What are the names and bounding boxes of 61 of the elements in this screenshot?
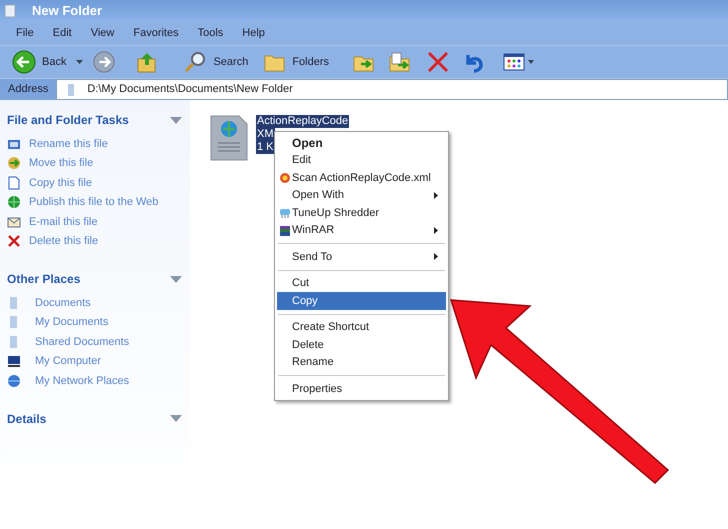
- file-name[interactable]: ActionReplayCode: [256, 115, 350, 128]
- back-button[interactable]: Back: [12, 50, 66, 74]
- delete-icon: [7, 234, 21, 248]
- menu-item[interactable]: File: [16, 25, 34, 42]
- up-folder-icon[interactable]: [137, 51, 158, 73]
- menu-item[interactable]: Edit: [52, 25, 72, 42]
- submenu-arrow-icon: [434, 226, 438, 234]
- delete-icon[interactable]: [427, 51, 450, 73]
- submenu-arrow-icon: [434, 192, 438, 199]
- move-icon: [7, 156, 21, 170]
- section-title[interactable]: Details: [7, 410, 46, 428]
- address-label: Address: [0, 79, 56, 100]
- views-icon: [503, 53, 526, 71]
- submenu-arrow-icon: [434, 253, 438, 260]
- collapse-chevron-icon[interactable]: [170, 276, 182, 282]
- search-icon: [183, 50, 208, 74]
- globe-icon: [7, 195, 21, 210]
- menu-item[interactable]: Help: [242, 25, 265, 42]
- menu-item[interactable]: Tools: [198, 25, 224, 42]
- file-name[interactable]: XM: [256, 128, 274, 141]
- envelope-icon: [7, 214, 21, 229]
- menu-item[interactable]: Favorites: [133, 25, 179, 42]
- menu-item[interactable]: Send To: [277, 248, 446, 266]
- menu-item[interactable]: Create Shortcut: [277, 318, 446, 336]
- menu-item[interactable]: Properties: [277, 380, 446, 398]
- menu-item[interactable]: Cut: [277, 274, 446, 292]
- menu-item[interactable]: TuneUp Shredder: [277, 204, 446, 222]
- shredder-icon: [279, 207, 291, 219]
- menu-item[interactable]: Open With: [277, 186, 446, 204]
- collapse-chevron-icon[interactable]: [170, 415, 182, 422]
- menu-item[interactable]: Rename: [277, 354, 446, 371]
- menu-item[interactable]: View: [90, 25, 114, 42]
- dropdown-caret-icon[interactable]: [76, 60, 84, 64]
- section-title[interactable]: File and Folder Tasks: [7, 111, 129, 129]
- xml-file-icon: [210, 115, 248, 161]
- task-link[interactable]: Documents: [35, 294, 91, 311]
- menu-item[interactable]: Scan ActionReplayCode.xml: [277, 169, 446, 186]
- globe-icon: [7, 374, 21, 388]
- menu-item[interactable]: WinRAR: [277, 222, 446, 239]
- task-link[interactable]: My Network Places: [35, 372, 130, 389]
- document-icon: [7, 176, 21, 190]
- views-button[interactable]: [503, 53, 534, 71]
- books-icon: [279, 224, 291, 236]
- window-title: New Folder: [32, 2, 102, 20]
- task-link[interactable]: My Computer: [35, 353, 102, 370]
- file-name[interactable]: 1 K: [256, 141, 275, 154]
- menu-item[interactable]: Delete: [277, 336, 446, 354]
- menu-item[interactable]: Open: [277, 134, 446, 152]
- menu-item[interactable]: Edit: [277, 152, 446, 169]
- address-field[interactable]: D:\My Documents\Documents\New Folder: [56, 79, 728, 100]
- copy-to-folder-icon[interactable]: [389, 51, 412, 73]
- task-link[interactable]: My Documents: [35, 314, 108, 330]
- folders-button[interactable]: Folders: [264, 52, 330, 72]
- section-title[interactable]: Other Places: [7, 270, 80, 288]
- scan-icon: [279, 172, 291, 184]
- dropdown-caret-icon: [528, 60, 534, 64]
- computer-icon: [7, 354, 21, 368]
- menu-item[interactable]: Copy: [277, 292, 446, 310]
- collapse-chevron-icon[interactable]: [170, 116, 182, 124]
- search-button[interactable]: Search: [183, 50, 248, 74]
- task-link[interactable]: Shared Documents: [35, 334, 130, 350]
